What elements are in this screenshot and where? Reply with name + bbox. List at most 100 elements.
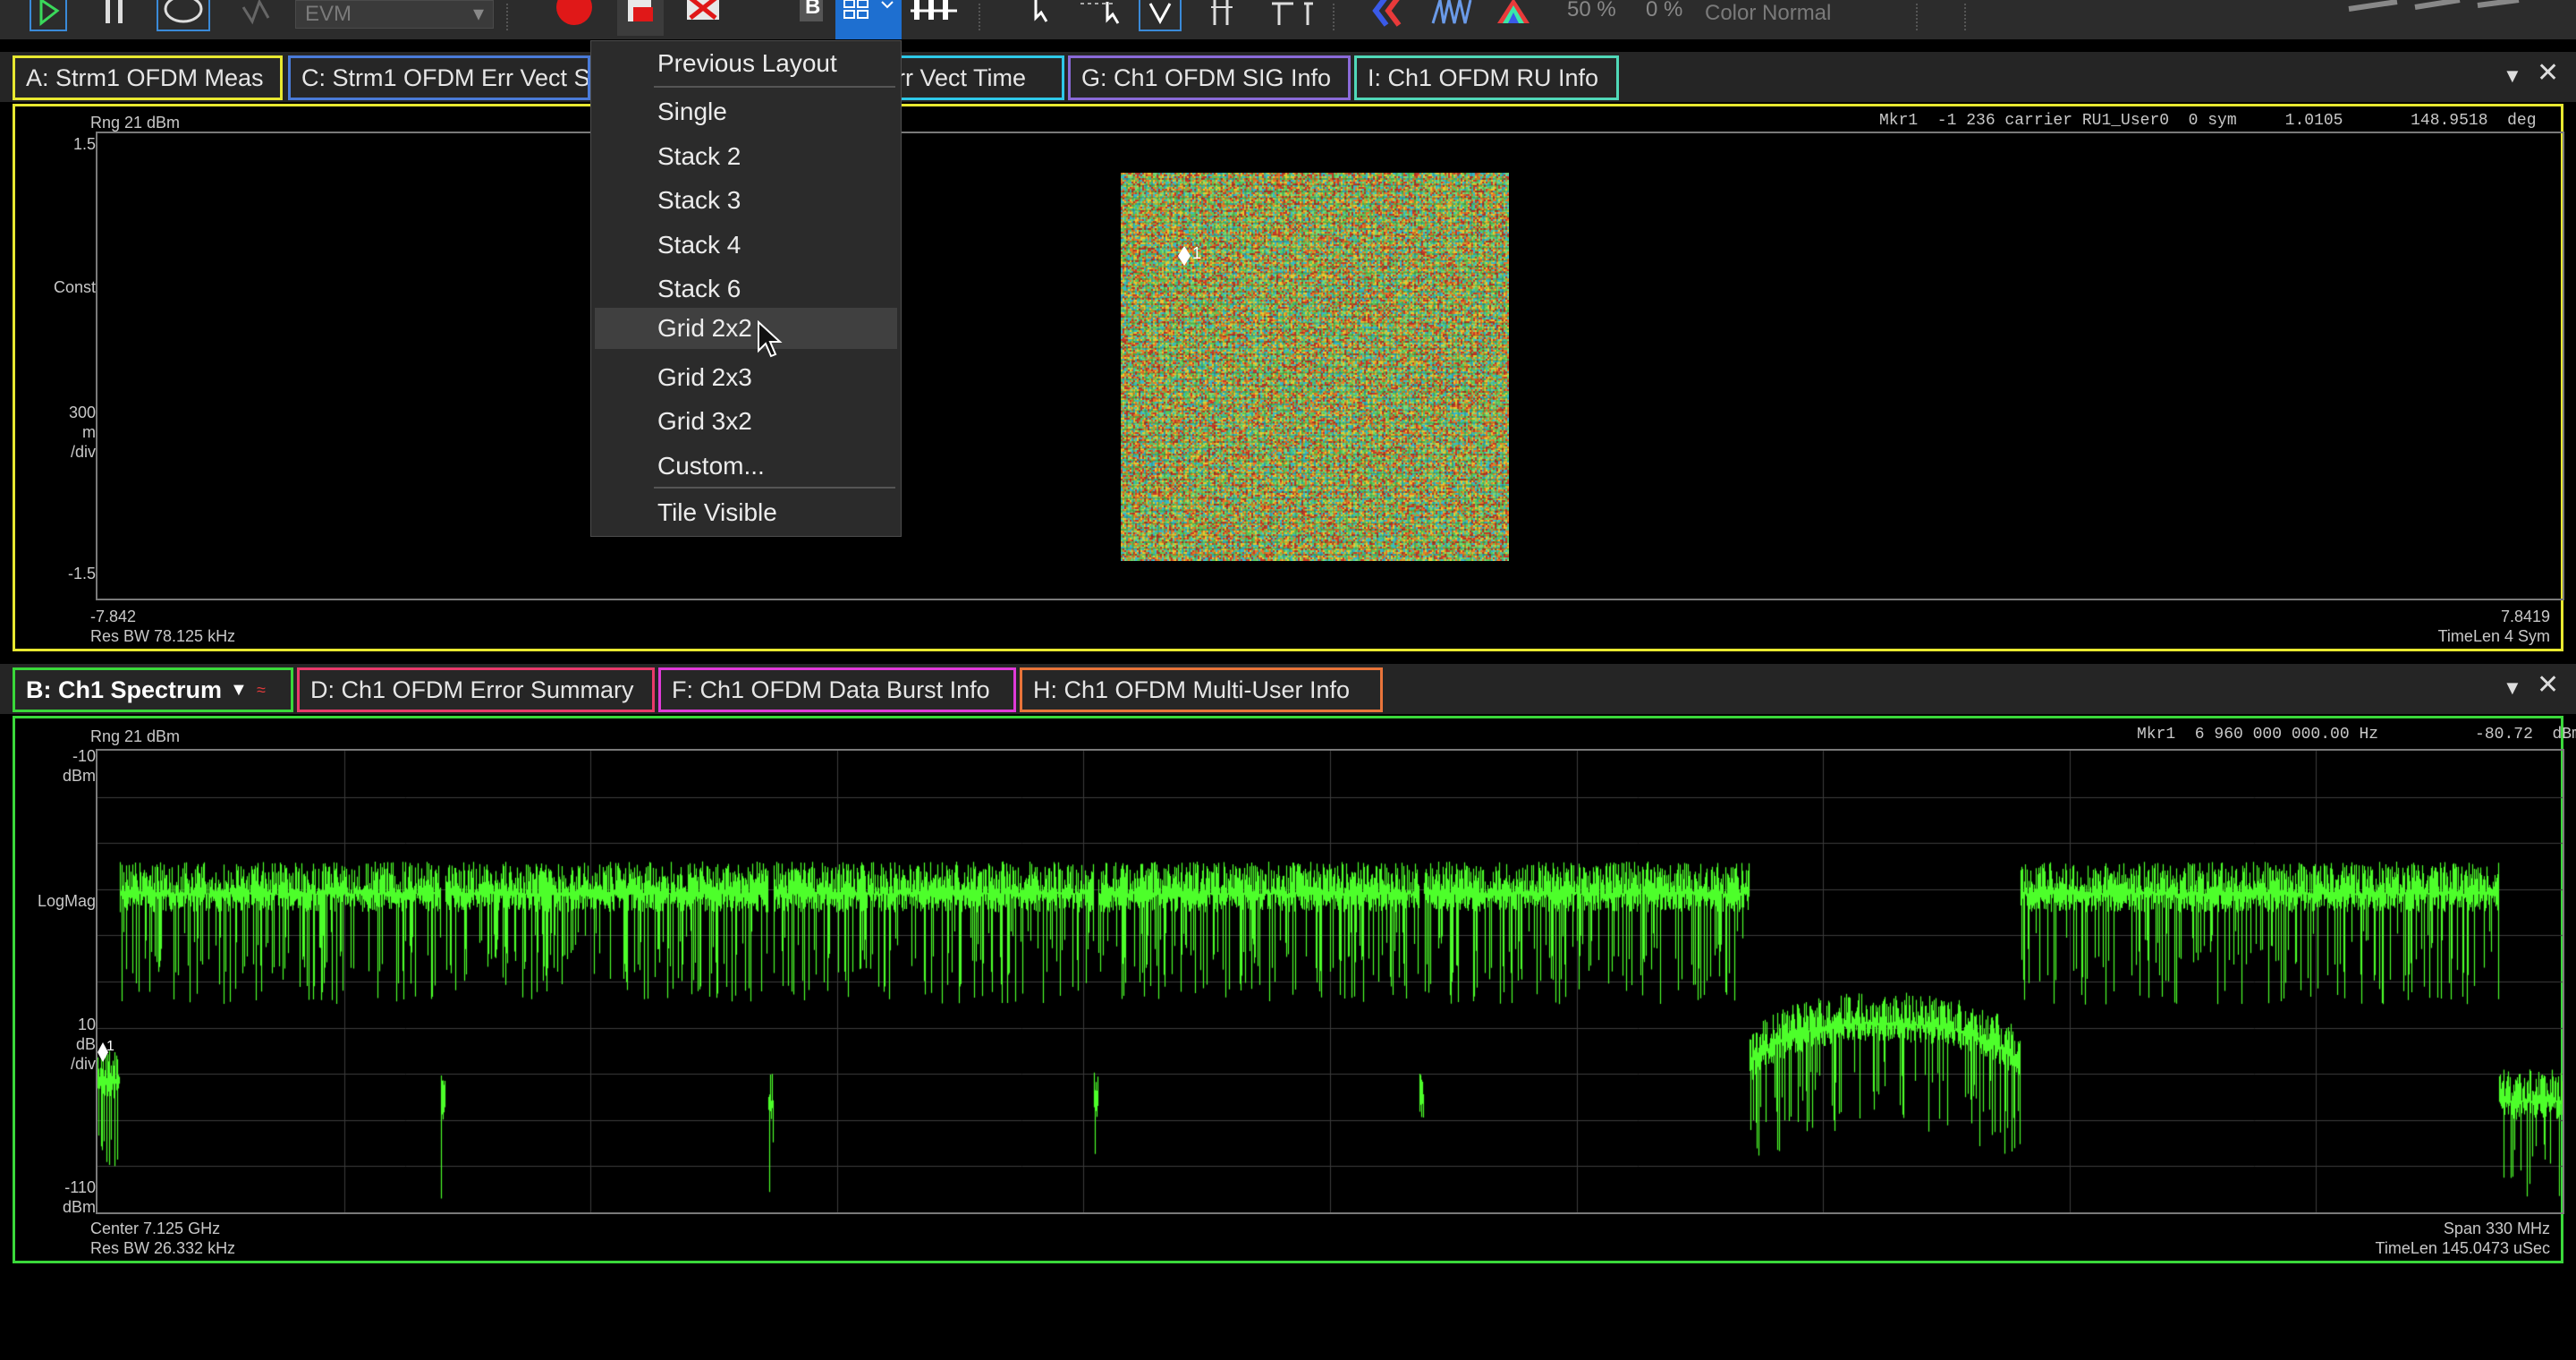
marker-table-icon (911, 0, 957, 20)
delta-marker-button[interactable] (1208, 0, 1256, 36)
clear-trace-button[interactable] (682, 0, 730, 36)
pause-button[interactable] (100, 0, 129, 36)
layout-grid-icon (843, 0, 894, 19)
marker-readout: Mkr1 -1 236 carrier RU1_User0 0 sym 1.01… (1879, 112, 2537, 130)
y-top-label: 1.5 (72, 135, 96, 153)
marker-1-diamond[interactable] (1178, 246, 1191, 266)
select-pointer-button[interactable] (1027, 0, 1063, 36)
save-trace-button[interactable] (617, 0, 664, 36)
close-icon[interactable]: ✕ (2537, 669, 2559, 701)
marker-1-label: 1 (1192, 244, 1202, 262)
density-button[interactable] (1490, 0, 1537, 36)
layout-menu: Previous Layout Single Stack 2 Stack 3 S… (590, 40, 902, 537)
menu-item-single[interactable]: Single (591, 91, 901, 132)
menu-item-stack-2[interactable]: Stack 2 (591, 136, 901, 177)
scale-unit: dB (75, 1035, 96, 1053)
marker-icon (1139, 0, 1182, 31)
format-label[interactable]: Const (24, 278, 96, 297)
spectrogram-icon (1431, 0, 1472, 24)
record-button[interactable] (555, 0, 594, 36)
scale-per-div: /div (70, 1055, 96, 1073)
spectrum-chevrons-icon (1372, 0, 1402, 27)
menu-item-grid-2x3[interactable]: Grid 2x3 (591, 357, 901, 398)
menu-item-custom[interactable]: Custom... (591, 446, 901, 487)
span-label: Span 330 MHz (2443, 1220, 2550, 1237)
spectrogram-button[interactable] (1428, 0, 1479, 36)
menu-item-stack-6[interactable]: Stack 6 (591, 268, 901, 310)
play-button[interactable] (27, 0, 72, 36)
bottom-tab-strip: B: Ch1 Spectrum ▼ ≈ D: Ch1 OFDM Error Su… (0, 664, 2576, 714)
y-bottom-unit: dBm (62, 1198, 96, 1216)
scale-value: 10 (77, 1016, 96, 1033)
toolbar-separator (1333, 4, 1335, 30)
center-freq-label: Center 7.125 GHz (90, 1220, 221, 1237)
toolbar: EVM ▾ B 50 % 0 % Color Normal (0, 0, 2576, 39)
document-icon (628, 0, 653, 21)
tab-list-dropdown-icon[interactable]: ▼ (2503, 64, 2522, 88)
y-bottom-label: -1.5 (67, 565, 96, 582)
menu-item-stack-4[interactable]: Stack 4 (591, 225, 901, 266)
zoom-box-icon (1080, 2, 1120, 24)
menu-separator (654, 487, 895, 489)
zoom-select-button[interactable] (1077, 0, 1131, 36)
measurement-select[interactable]: EVM ▾ (295, 0, 494, 29)
peak-search-icon (1272, 2, 1313, 25)
record-icon (556, 0, 592, 25)
bold-label: B (805, 0, 821, 19)
brand-logo (2343, 0, 2522, 36)
marker-table-button[interactable] (905, 0, 962, 36)
color-spectrum-button[interactable] (1368, 0, 1413, 36)
y-bottom-label: -110 (64, 1178, 96, 1196)
toolbar-separator (1964, 4, 1966, 30)
y-top-label: -10 (72, 747, 96, 765)
close-icon[interactable]: ✕ (2537, 57, 2559, 89)
tab-a-ofdm-meas[interactable]: A: Strm1 OFDM Meas (13, 55, 283, 100)
marker-readout: Mkr1 6 960 000 000.00 Hz -80.72 dBm (2137, 726, 2576, 744)
tab-list-dropdown-icon[interactable]: ▼ (2503, 676, 2522, 700)
pane-a-constellation: Rng 21 dBm Mkr1 -1 236 carrier RU1_User0… (13, 104, 2564, 651)
trace-type-icon[interactable] (240, 0, 284, 36)
bold-button[interactable]: B (796, 0, 826, 36)
x-right-label: 7.8419 (2500, 608, 2550, 625)
restart-button[interactable] (154, 0, 213, 36)
tab-i-ru-info[interactable]: I: Ch1 OFDM RU Info (1354, 55, 1619, 100)
x-left-label: -7.842 (90, 608, 137, 625)
toolbar-separator (979, 4, 980, 30)
menu-item-grid-3x2[interactable]: Grid 3x2 (591, 401, 901, 442)
chevron-down-icon[interactable]: ▼ (230, 670, 248, 710)
tab-f-data-burst-info[interactable]: F: Ch1 OFDM Data Burst Info (658, 667, 1016, 712)
tab-c-err-vect-spectrum[interactable]: C: Strm1 OFDM Err Vect Spectrum (288, 55, 590, 100)
menu-item-stack-3[interactable]: Stack 3 (591, 180, 901, 221)
tab-h-multi-user-info[interactable]: H: Ch1 OFDM Multi-User Info (1020, 667, 1383, 712)
saturation-percent[interactable]: 0 % (1646, 0, 1682, 21)
restart-icon (157, 0, 210, 31)
range-label: Rng 21 dBm (90, 727, 181, 745)
menu-separator (654, 86, 895, 88)
marker-1-label: 1 (106, 1039, 114, 1054)
peak-search-button[interactable] (1267, 0, 1320, 36)
constellation-plot-area[interactable]: 1 (96, 132, 2564, 600)
persistence-percent[interactable]: 50 % (1567, 0, 1616, 21)
measurement-value: EVM (305, 2, 352, 26)
menu-item-tile-visible[interactable]: Tile Visible (591, 492, 901, 533)
marker-button[interactable] (1136, 0, 1184, 36)
color-mode-value: Color Normal (1705, 1, 1832, 25)
spectrum-plot-area[interactable]: 1 (96, 749, 2564, 1214)
toolbar-separator (1916, 4, 1918, 30)
mouse-cursor-icon (757, 319, 784, 360)
density-icon (1497, 0, 1530, 23)
clear-icon (687, 0, 719, 20)
format-label[interactable]: LogMag (24, 892, 96, 911)
color-mode-select[interactable]: Color Normal (1696, 0, 1900, 29)
time-len-label: TimeLen 145.0473 uSec (2375, 1239, 2550, 1257)
constellation-diagram (1121, 173, 1509, 561)
menu-item-previous-layout[interactable]: Previous Layout (591, 43, 901, 84)
delta-marker-icon (1211, 0, 1233, 25)
menu-item-grid-2x2[interactable]: Grid 2x2 (595, 308, 897, 349)
tab-b-spectrum[interactable]: B: Ch1 Spectrum ▼ ≈ (13, 667, 293, 712)
tab-g-sig-info[interactable]: G: Ch1 OFDM SIG Info (1068, 55, 1351, 100)
res-bw-label: Res BW 78.125 kHz (90, 627, 236, 645)
layout-button[interactable] (835, 0, 902, 39)
range-label: Rng 21 dBm (90, 114, 181, 132)
tab-d-error-summary[interactable]: D: Ch1 OFDM Error Summary (297, 667, 655, 712)
